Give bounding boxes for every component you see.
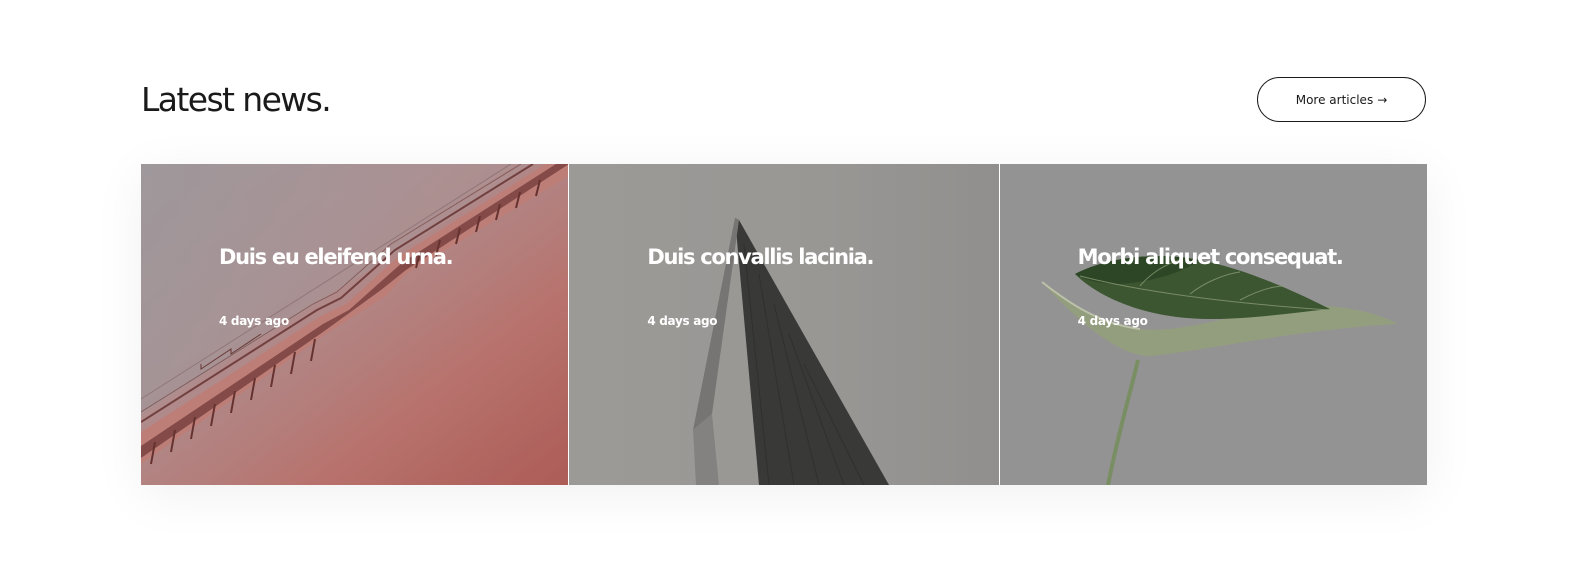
concrete-tower-image — [569, 164, 999, 485]
section-title: Latest news. — [141, 80, 332, 119]
article-title: Duis convallis lacinia. — [647, 245, 874, 269]
article-card-1[interactable]: Duis eu eleifend urna. 4 days ago — [141, 164, 569, 485]
article-card-2[interactable]: Duis convallis lacinia. 4 days ago — [568, 164, 999, 485]
article-card-3[interactable]: Morbi aliquet consequat. 4 days ago — [998, 164, 1427, 485]
article-date: 4 days ago — [1077, 314, 1148, 328]
article-cards: Duis eu eleifend urna. 4 days ago Duis c… — [141, 164, 1427, 485]
article-date: 4 days ago — [647, 314, 718, 328]
arrow-right-icon: → — [1377, 92, 1388, 107]
article-title: Duis eu eleifend urna. — [219, 245, 454, 269]
article-date: 4 days ago — [219, 314, 289, 328]
latest-news-section: Latest news. More articles → Duis eu ele… — [0, 0, 1583, 561]
article-title: Morbi aliquet consequat. — [1077, 245, 1344, 269]
more-articles-label: More articles — [1295, 92, 1374, 107]
red-staircase-image — [141, 164, 569, 485]
more-articles-button[interactable]: More articles → — [1257, 77, 1426, 122]
green-leaf-image — [999, 164, 1427, 485]
